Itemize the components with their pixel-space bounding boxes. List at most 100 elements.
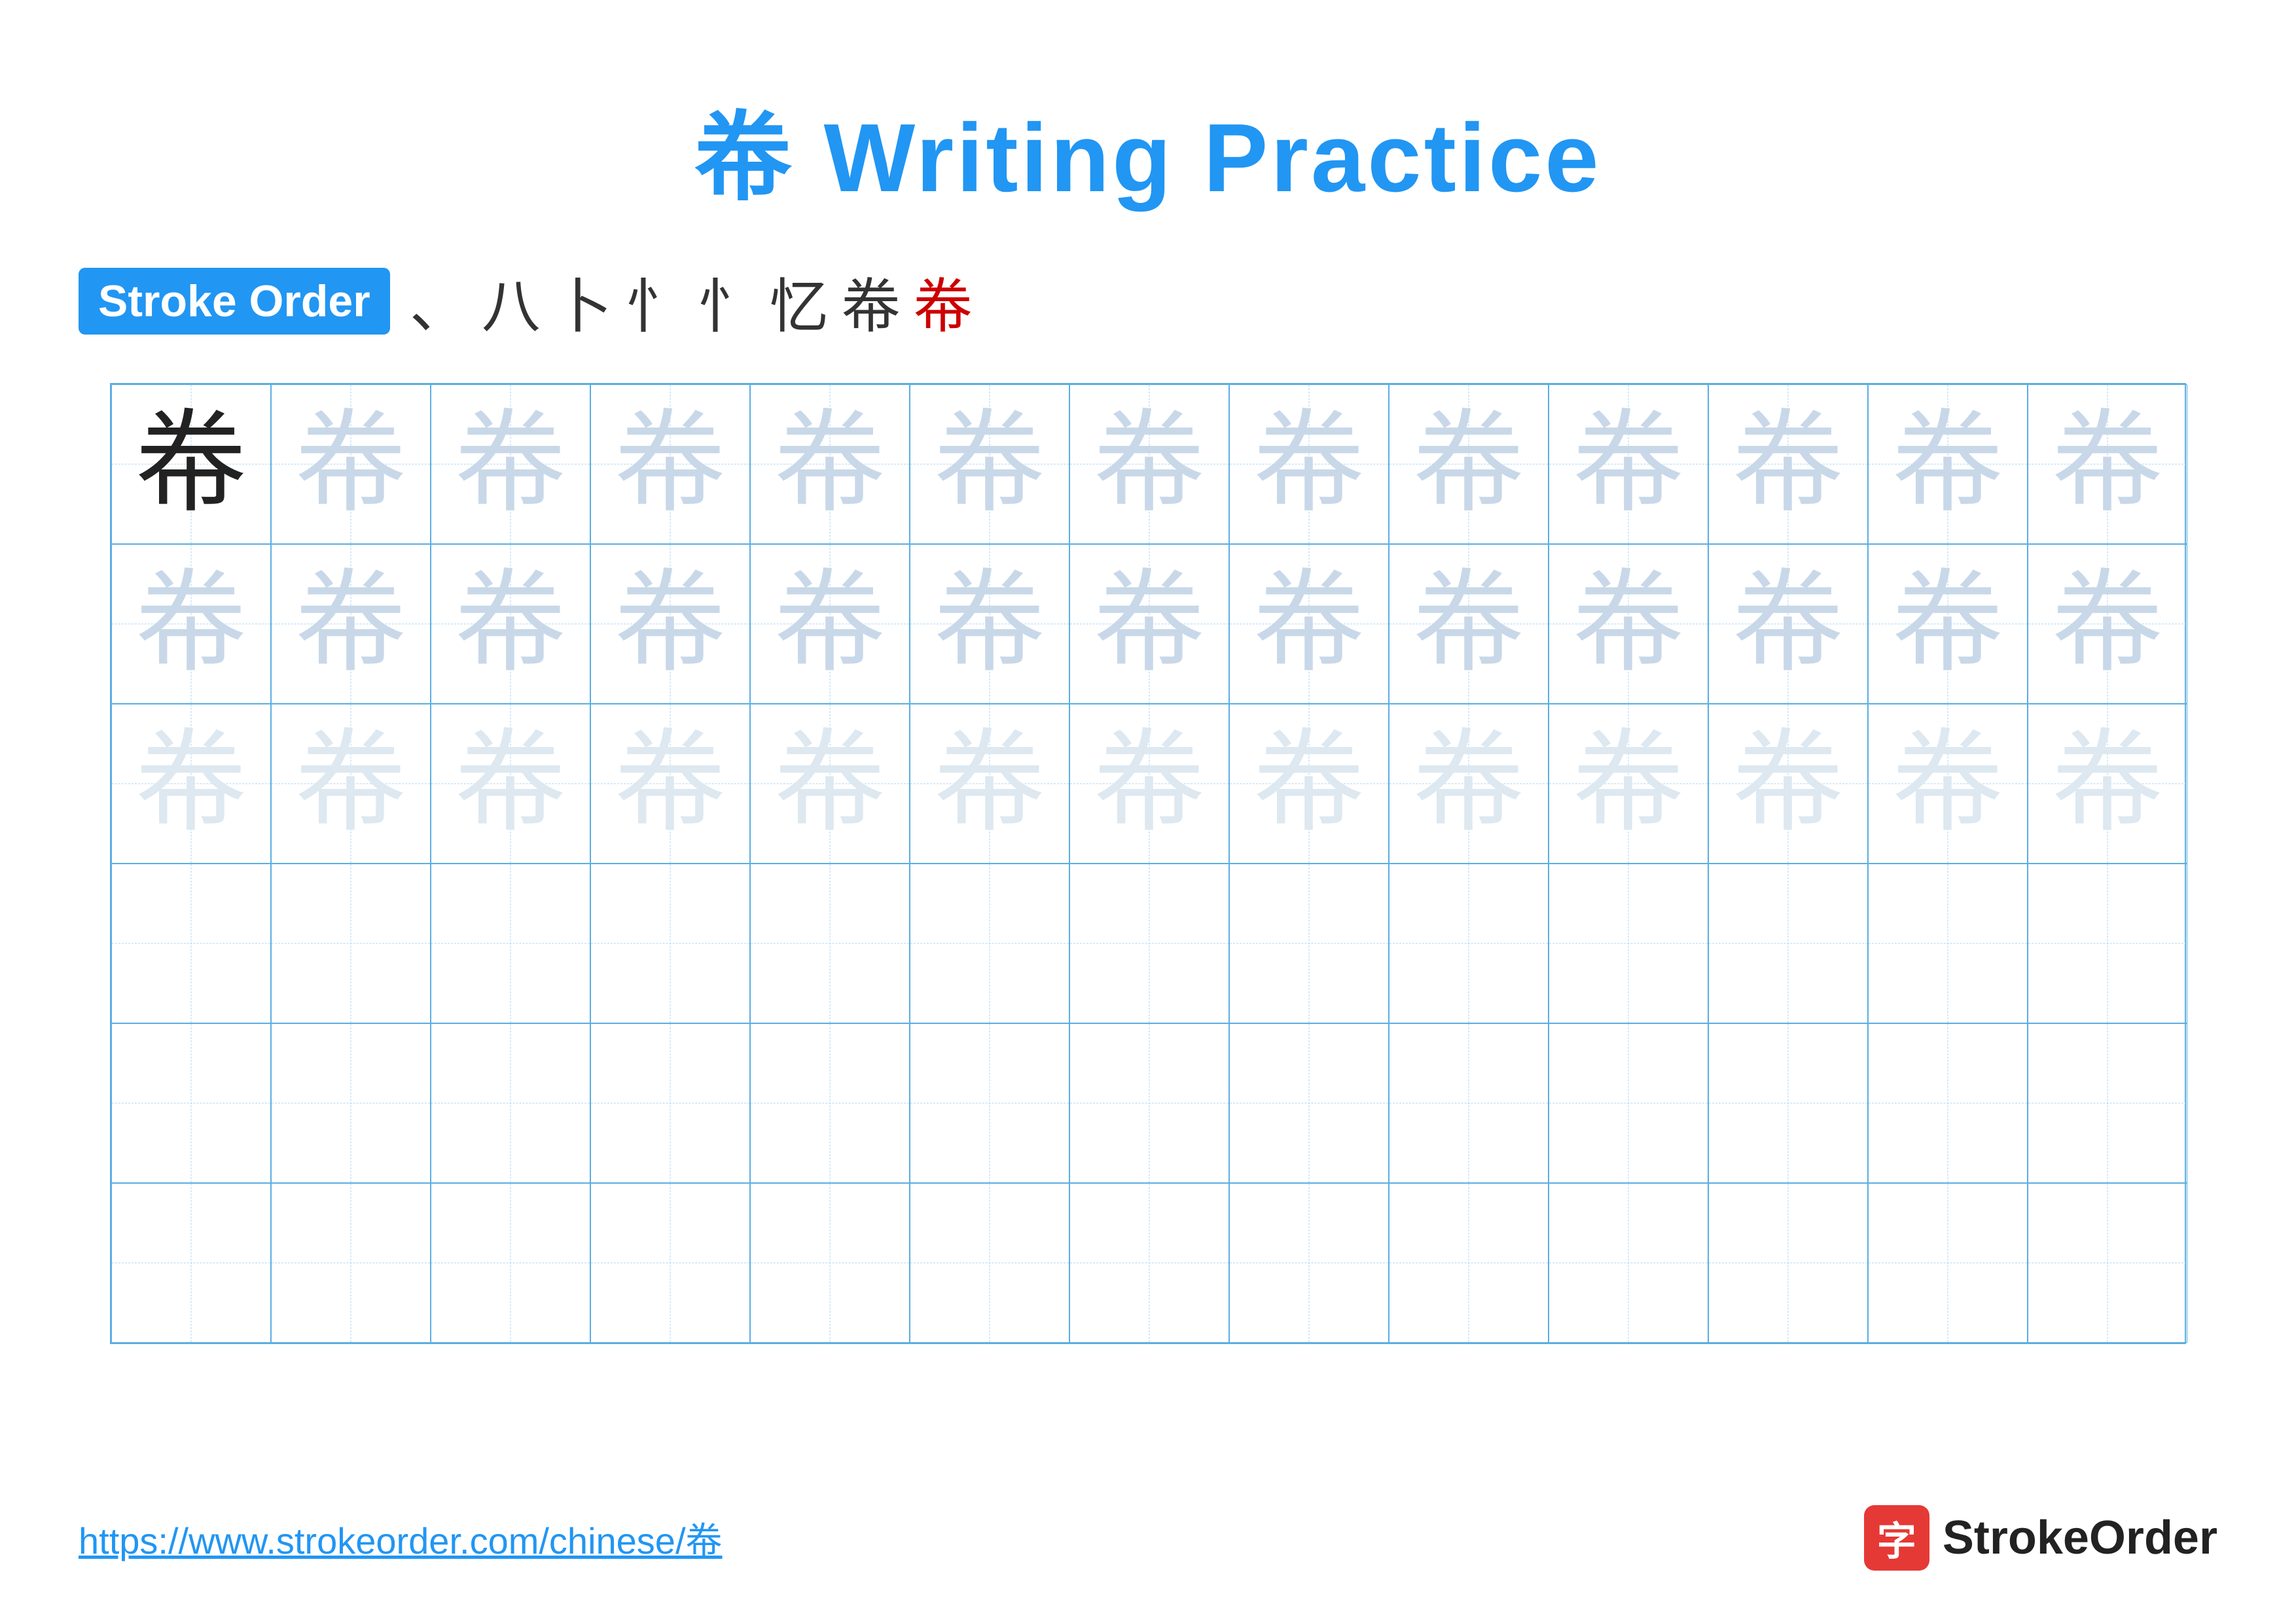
grid-cell-r4-c4[interactable] xyxy=(590,864,750,1023)
grid-cell-r1-c2[interactable]: 帣 xyxy=(271,384,431,544)
char-lighter: 帣 xyxy=(934,728,1045,839)
grid-cell-r5-c4[interactable] xyxy=(590,1023,750,1183)
grid-cell-r6-c12[interactable] xyxy=(1868,1183,2028,1343)
char-light1: 帣 xyxy=(295,568,406,680)
grid-cell-r1-c11[interactable]: 帣 xyxy=(1708,384,1868,544)
grid-cell-r1-c12[interactable]: 帣 xyxy=(1868,384,2028,544)
grid-cell-r3-c2[interactable]: 帣 xyxy=(271,704,431,864)
grid-cell-r4-c8[interactable] xyxy=(1229,864,1389,1023)
grid-cell-r5-c12[interactable] xyxy=(1868,1023,2028,1183)
char-dark: 帣 xyxy=(135,409,247,520)
grid-cell-r2-c7[interactable]: 帣 xyxy=(1069,544,1229,704)
grid-cell-r4-c7[interactable] xyxy=(1069,864,1229,1023)
grid-cell-r6-c7[interactable] xyxy=(1069,1183,1229,1343)
grid-cell-r6-c10[interactable] xyxy=(1549,1183,1708,1343)
grid-cell-r5-c11[interactable] xyxy=(1708,1023,1868,1183)
grid-cell-r5-c13[interactable] xyxy=(2028,1023,2187,1183)
grid-cell-r3-c5[interactable]: 帣 xyxy=(750,704,910,864)
grid-cell-r4-c5[interactable] xyxy=(750,864,910,1023)
grid-cell-r2-c1[interactable]: 帣 xyxy=(111,544,271,704)
stroke-6: 忆 xyxy=(770,259,829,344)
grid-cell-r1-c8[interactable]: 帣 xyxy=(1229,384,1389,544)
grid-cell-r2-c5[interactable]: 帣 xyxy=(750,544,910,704)
grid-cell-r4-c2[interactable] xyxy=(271,864,431,1023)
grid-cell-r5-c1[interactable] xyxy=(111,1023,271,1183)
grid-cell-r1-c7[interactable]: 帣 xyxy=(1069,384,1229,544)
grid-cell-r2-c3[interactable]: 帣 xyxy=(431,544,590,704)
grid-cell-r3-c13[interactable]: 帣 xyxy=(2028,704,2187,864)
char-light1: 帣 xyxy=(1573,568,1684,680)
grid-cell-r3-c8[interactable]: 帣 xyxy=(1229,704,1389,864)
stroke-order-badge: Stroke Order xyxy=(79,268,390,335)
grid-cell-r4-c12[interactable] xyxy=(1868,864,2028,1023)
grid-cell-r2-c11[interactable]: 帣 xyxy=(1708,544,1868,704)
grid-cell-r5-c5[interactable] xyxy=(750,1023,910,1183)
grid-cell-r5-c3[interactable] xyxy=(431,1023,590,1183)
grid-cell-r4-c13[interactable] xyxy=(2028,864,2187,1023)
grid-cell-r6-c5[interactable] xyxy=(750,1183,910,1343)
grid-cell-r6-c13[interactable] xyxy=(2028,1183,2187,1343)
footer-url[interactable]: https://www.strokeorder.com/chinese/帣 xyxy=(79,1512,723,1565)
grid-cell-r4-c11[interactable] xyxy=(1708,864,1868,1023)
char-light1: 帣 xyxy=(1094,568,1205,680)
char-light1: 帣 xyxy=(934,409,1045,520)
grid-cell-r1-c4[interactable]: 帣 xyxy=(590,384,750,544)
grid-cell-r6-c4[interactable] xyxy=(590,1183,750,1343)
grid-cell-r3-c11[interactable]: 帣 xyxy=(1708,704,1868,864)
char-lighter: 帣 xyxy=(1892,728,2003,839)
grid-cell-r1-c6[interactable]: 帣 xyxy=(910,384,1069,544)
stroke-1: 、 xyxy=(410,259,469,344)
grid-cell-r2-c6[interactable]: 帣 xyxy=(910,544,1069,704)
grid-cell-r2-c9[interactable]: 帣 xyxy=(1389,544,1549,704)
grid-cell-r1-c3[interactable]: 帣 xyxy=(431,384,590,544)
grid-cell-r4-c6[interactable] xyxy=(910,864,1069,1023)
grid-cell-r5-c9[interactable] xyxy=(1389,1023,1549,1183)
grid-cell-r6-c3[interactable] xyxy=(431,1183,590,1343)
grid-cell-r3-c9[interactable]: 帣 xyxy=(1389,704,1549,864)
stroke-5: 忄 xyxy=(698,259,757,344)
grid-cell-r4-c1[interactable] xyxy=(111,864,271,1023)
char-lighter: 帣 xyxy=(615,728,726,839)
char-lighter: 帣 xyxy=(774,728,886,839)
grid-cell-r2-c2[interactable]: 帣 xyxy=(271,544,431,704)
grid-cell-r6-c8[interactable] xyxy=(1229,1183,1389,1343)
grid-cell-r2-c8[interactable]: 帣 xyxy=(1229,544,1389,704)
stroke-2: 八 xyxy=(482,259,541,344)
grid-cell-r1-c5[interactable]: 帣 xyxy=(750,384,910,544)
grid-cell-r3-c4[interactable]: 帣 xyxy=(590,704,750,864)
grid-cell-r6-c6[interactable] xyxy=(910,1183,1069,1343)
grid-cell-r5-c6[interactable] xyxy=(910,1023,1069,1183)
stroke-8-final: 帣 xyxy=(914,259,973,344)
grid-cell-r4-c3[interactable] xyxy=(431,864,590,1023)
char-light1: 帣 xyxy=(135,568,247,680)
practice-grid: 帣 帣 帣 帣 帣 帣 帣 帣 帣 帣 帣 帣 xyxy=(110,383,2186,1344)
char-light1: 帣 xyxy=(774,409,886,520)
grid-cell-r6-c1[interactable] xyxy=(111,1183,271,1343)
grid-cell-r2-c10[interactable]: 帣 xyxy=(1549,544,1708,704)
grid-cell-r5-c8[interactable] xyxy=(1229,1023,1389,1183)
grid-cell-r6-c2[interactable] xyxy=(271,1183,431,1343)
grid-cell-r3-c10[interactable]: 帣 xyxy=(1549,704,1708,864)
grid-cell-r1-c10[interactable]: 帣 xyxy=(1549,384,1708,544)
grid-cell-r4-c9[interactable] xyxy=(1389,864,1549,1023)
grid-cell-r1-c1[interactable]: 帣 xyxy=(111,384,271,544)
grid-cell-r3-c12[interactable]: 帣 xyxy=(1868,704,2028,864)
grid-cell-r5-c2[interactable] xyxy=(271,1023,431,1183)
grid-cell-r3-c1[interactable]: 帣 xyxy=(111,704,271,864)
grid-cell-r5-c7[interactable] xyxy=(1069,1023,1229,1183)
grid-cell-r1-c9[interactable]: 帣 xyxy=(1389,384,1549,544)
grid-cell-r6-c11[interactable] xyxy=(1708,1183,1868,1343)
char-light1: 帣 xyxy=(1413,568,1524,680)
grid-cell-r2-c13[interactable]: 帣 xyxy=(2028,544,2187,704)
grid-cell-r6-c9[interactable] xyxy=(1389,1183,1549,1343)
grid-cell-r3-c6[interactable]: 帣 xyxy=(910,704,1069,864)
grid-cell-r3-c3[interactable]: 帣 xyxy=(431,704,590,864)
grid-cell-r3-c7[interactable]: 帣 xyxy=(1069,704,1229,864)
grid-cell-r2-c4[interactable]: 帣 xyxy=(590,544,750,704)
grid-cell-r2-c12[interactable]: 帣 xyxy=(1868,544,2028,704)
char-lighter: 帣 xyxy=(1413,728,1524,839)
grid-cell-r1-c13[interactable]: 帣 xyxy=(2028,384,2187,544)
grid-cell-r5-c10[interactable] xyxy=(1549,1023,1708,1183)
char-light1: 帣 xyxy=(615,409,726,520)
grid-cell-r4-c10[interactable] xyxy=(1549,864,1708,1023)
